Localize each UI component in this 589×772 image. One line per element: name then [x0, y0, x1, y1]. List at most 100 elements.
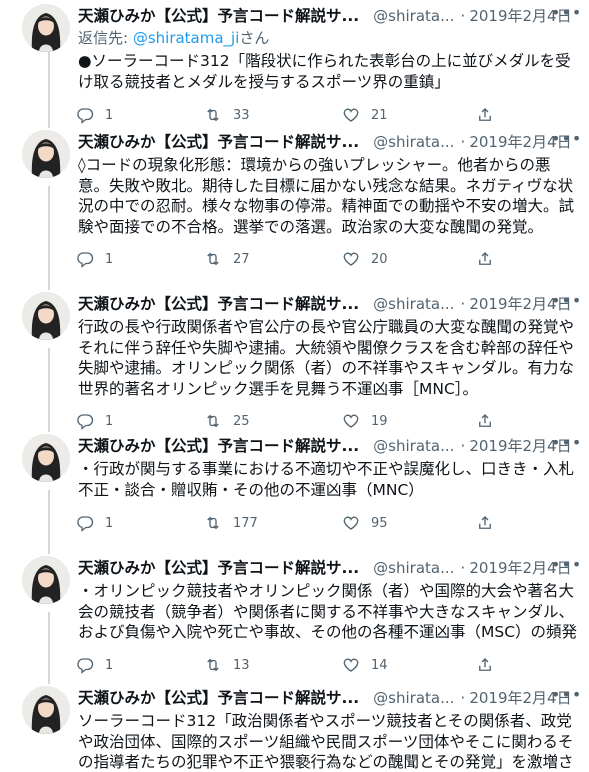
- reply-icon: [77, 658, 94, 674]
- heart-icon: [343, 252, 359, 266]
- handle[interactable]: @shirata...: [373, 437, 454, 455]
- action-bar: 1 177 95: [76, 513, 516, 533]
- tweet[interactable]: 天瀬ひみか【公式】予言コード解説サ... @shirata... · 2019年2月4…: [0, 432, 589, 552]
- more-icon[interactable]: •••: [551, 686, 581, 708]
- retweet-icon: [207, 658, 219, 672]
- share-icon: [479, 414, 491, 427]
- handle[interactable]: @shirata...: [373, 689, 454, 707]
- reply-count: 1: [105, 251, 114, 267]
- reply-button[interactable]: 1: [76, 655, 113, 675]
- retweet-count: 33: [233, 107, 250, 123]
- tweet-text: ◊コードの現象化形態：環境からの強いプレッシャー。他者からの悪意。失敗や敗北。期…: [78, 156, 575, 236]
- tweet-text: ソーラーコード312「政治関係者やスポーツ競技者とその関係者、政党や政治団体、国…: [78, 712, 574, 771]
- avatar[interactable]: [22, 130, 70, 178]
- more-icon[interactable]: •••: [551, 2, 581, 26]
- handle[interactable]: @shirata...: [373, 133, 454, 151]
- separator-dot: ·: [460, 437, 466, 455]
- tweet-header: 天瀬ひみか【公式】予言コード解説サ... @shirata... · 2019年2月4…: [78, 132, 578, 152]
- action-bar: 1 27 20: [76, 249, 516, 269]
- heart-icon: [343, 516, 359, 530]
- retweet-button[interactable]: 27: [204, 249, 250, 269]
- like-count: 19: [371, 413, 388, 429]
- share-icon: [479, 108, 491, 121]
- share-icon: [479, 658, 491, 671]
- like-count: 20: [371, 251, 388, 267]
- tweet-header: 天瀬ひみか【公式】予言コード解説サ... @shirata... · 2019年2月4…: [78, 436, 578, 456]
- reply-count: 1: [105, 107, 114, 123]
- retweet-button[interactable]: 177: [204, 513, 258, 533]
- separator-dot: ·: [460, 295, 466, 313]
- avatar[interactable]: [22, 556, 70, 604]
- like-button[interactable]: 21: [342, 105, 388, 125]
- reply-icon: [77, 516, 94, 532]
- retweet-icon: [207, 414, 219, 428]
- reply-button[interactable]: 1: [76, 105, 113, 125]
- avatar[interactable]: [22, 4, 70, 52]
- handle[interactable]: @shirata...: [373, 559, 454, 577]
- like-button[interactable]: 19: [342, 411, 388, 431]
- more-icon[interactable]: •••: [551, 290, 581, 314]
- display-name[interactable]: 天瀬ひみか【公式】予言コード解説サ...: [78, 133, 359, 151]
- reply-icon: [77, 252, 94, 268]
- reply-button[interactable]: 1: [76, 411, 113, 431]
- tweet[interactable]: 天瀬ひみか【公式】予言コード解説サ... @shirata... · 2019年2月4…: [0, 128, 589, 288]
- more-icon[interactable]: •••: [551, 432, 581, 456]
- like-count: 21: [371, 107, 388, 123]
- retweet-button[interactable]: 13: [204, 655, 250, 675]
- share-button[interactable]: [476, 655, 494, 675]
- avatar[interactable]: [22, 292, 70, 340]
- avatar[interactable]: [22, 686, 70, 734]
- share-button[interactable]: [476, 249, 494, 269]
- tweet-text: ・行政が関与する事業における不適切や不正や誤魔化し、口きき・入札不正・談合・贈収…: [78, 460, 575, 499]
- reply-to-line: 返信先: @shiratama_jiさん: [78, 28, 269, 48]
- tweet-header: 天瀬ひみか【公式】予言コード解説サ... @shirata... · 2019年2月4…: [78, 688, 578, 708]
- separator-dot: ·: [460, 559, 466, 577]
- retweet-icon: [207, 108, 219, 122]
- heart-icon: [343, 108, 359, 122]
- action-bar: 1 25 19: [76, 411, 516, 431]
- reply-to-suffix: さん: [239, 29, 270, 47]
- display-name[interactable]: 天瀬ひみか【公式】予言コード解説サ...: [78, 689, 359, 707]
- like-button[interactable]: 20: [342, 249, 388, 269]
- heart-icon: [343, 658, 359, 672]
- tweet[interactable]: 天瀬ひみか【公式】予言コード解説サ... @shirata... · 2019年2月4…: [0, 686, 589, 772]
- tweet[interactable]: 天瀬ひみか【公式】予言コード解説サ... @shirata... · 2019年2月4…: [0, 290, 589, 431]
- reply-button[interactable]: 1: [76, 249, 113, 269]
- share-button[interactable]: [476, 411, 494, 431]
- display-name[interactable]: 天瀬ひみか【公式】予言コード解説サ...: [78, 295, 359, 313]
- tweet[interactable]: 天瀬ひみか【公式】予言コード解説サ... @shirata... · 2019年2月4…: [0, 2, 589, 126]
- separator-dot: ·: [460, 133, 466, 151]
- handle[interactable]: @shirata...: [373, 7, 454, 25]
- display-name[interactable]: 天瀬ひみか【公式】予言コード解説サ...: [78, 7, 359, 25]
- more-icon[interactable]: •••: [551, 128, 581, 152]
- reply-button[interactable]: 1: [76, 513, 113, 533]
- retweet-icon: [207, 516, 219, 530]
- heart-icon: [343, 414, 359, 428]
- share-button[interactable]: [476, 513, 494, 533]
- share-button[interactable]: [476, 105, 494, 125]
- tweet-header: 天瀬ひみか【公式】予言コード解説サ... @shirata... · 2019年2月4…: [78, 294, 578, 314]
- like-button[interactable]: 95: [342, 513, 388, 533]
- share-icon: [479, 516, 491, 529]
- reply-to-prefix: 返信先:: [78, 29, 133, 47]
- reply-count: 1: [105, 515, 114, 531]
- like-button[interactable]: 14: [342, 655, 388, 675]
- tweet[interactable]: 天瀬ひみか【公式】予言コード解説サ... @shirata... · 2019年2月4…: [0, 554, 589, 682]
- tweet-header: 天瀬ひみか【公式】予言コード解説サ... @shirata... · 2019年2月4…: [78, 6, 578, 26]
- retweet-button[interactable]: 33: [204, 105, 250, 125]
- more-icon[interactable]: •••: [551, 554, 581, 578]
- retweet-count: 177: [233, 515, 258, 531]
- handle[interactable]: @shirata...: [373, 295, 454, 313]
- reply-icon: [77, 108, 94, 124]
- share-icon: [479, 252, 491, 265]
- display-name[interactable]: 天瀬ひみか【公式】予言コード解説サ...: [78, 559, 359, 577]
- tweet-text: ●ソーラーコード312「階段状に作られた表彰台の上に並びメダルを受け取る競技者と…: [78, 52, 571, 91]
- like-count: 14: [371, 657, 388, 673]
- avatar[interactable]: [22, 434, 70, 482]
- tweet-text: 行政の長や行政関係者や官公庁の長や官公庁職員の大変な醜聞の発覚やそれに伴う辞任や…: [78, 318, 575, 398]
- retweet-button[interactable]: 25: [204, 411, 250, 431]
- separator-dot: ·: [460, 689, 466, 707]
- tweet-header: 天瀬ひみか【公式】予言コード解説サ... @shirata... · 2019年2月4…: [78, 558, 578, 578]
- reply-to-handle-link[interactable]: @shiratama_ji: [133, 29, 240, 47]
- display-name[interactable]: 天瀬ひみか【公式】予言コード解説サ...: [78, 437, 359, 455]
